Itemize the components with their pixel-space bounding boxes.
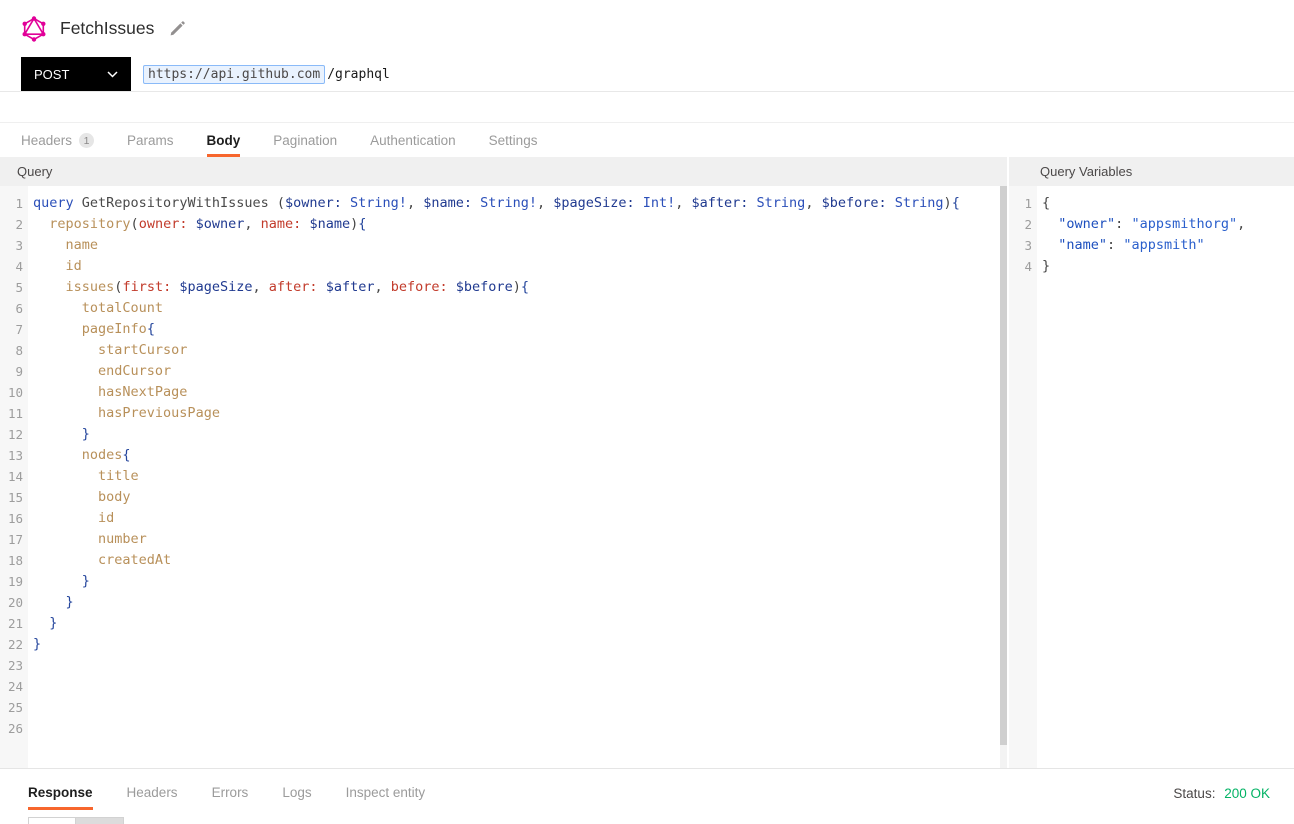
code-line: 15 body <box>0 487 1007 508</box>
code-line: 21 } <box>0 613 1007 634</box>
code-line: 2 repository(owner: $owner, name: $name)… <box>0 214 1007 235</box>
code-line: 14 title <box>0 466 1007 487</box>
code-line: 1query GetRepositoryWithIssues ($owner: … <box>0 193 1007 214</box>
api-name[interactable]: FetchIssues <box>60 18 154 39</box>
headers-count-badge: 1 <box>79 133 94 148</box>
code-line: 20 } <box>0 592 1007 613</box>
code-line: 19 } <box>0 571 1007 592</box>
code-line: 7 pageInfo{ <box>0 319 1007 340</box>
pencil-icon[interactable] <box>169 20 186 37</box>
code-line: 4} <box>1009 256 1294 277</box>
code-line: 4 id <box>0 256 1007 277</box>
code-line: 22} <box>0 634 1007 655</box>
variables-editor[interactable]: 1{2 "owner": "appsmithorg",3 "name": "ap… <box>1009 186 1294 768</box>
tab-pagination[interactable]: Pagination <box>273 133 337 157</box>
tab-response-headers[interactable]: Headers <box>127 785 178 810</box>
body-editors: Query 1query GetRepositoryWithIssues ($o… <box>0 157 1294 768</box>
status-label: Status: <box>1173 786 1215 801</box>
scrollbar-thumb[interactable] <box>1000 186 1007 745</box>
url-evaluated-value: https://api.github.com <box>143 65 325 84</box>
tab-params[interactable]: Params <box>127 133 174 157</box>
tab-body[interactable]: Body <box>207 133 241 157</box>
code-line: 13 nodes{ <box>0 445 1007 466</box>
code-line: 3 "name": "appsmith" <box>1009 235 1294 256</box>
title-bar: FetchIssues <box>0 0 1294 57</box>
url-input[interactable]: https://api.github.com/graphql <box>131 57 1294 91</box>
url-suffix: /graphql <box>327 67 390 82</box>
format-toggle-option[interactable] <box>76 817 124 824</box>
variables-panel-title: Query Variables <box>1009 157 1294 186</box>
status-value: 200 OK <box>1224 786 1270 801</box>
tab-inspect-entity[interactable]: Inspect entity <box>346 785 426 810</box>
query-panel-title: Query <box>0 157 1007 186</box>
tab-headers[interactable]: Headers 1 <box>21 133 94 157</box>
code-line: 1{ <box>1009 193 1294 214</box>
code-line: 12 } <box>0 424 1007 445</box>
spacer <box>0 92 1294 122</box>
code-line: 16 id <box>0 508 1007 529</box>
tab-authentication[interactable]: Authentication <box>370 133 456 157</box>
code-line: 25 <box>0 697 1007 718</box>
api-editor: FetchIssues POST https://api.github.com/… <box>0 0 1294 824</box>
chevron-down-icon <box>107 71 118 78</box>
request-tabs: Headers 1 Params Body Pagination Authent… <box>0 122 1294 157</box>
response-tabs: Response Headers Errors Logs Inspect ent… <box>0 769 1294 810</box>
code-line: 11 hasPreviousPage <box>0 403 1007 424</box>
tab-errors[interactable]: Errors <box>212 785 249 810</box>
tab-settings[interactable]: Settings <box>489 133 538 157</box>
code-line: 9 endCursor <box>0 361 1007 382</box>
code-line: 18 createdAt <box>0 550 1007 571</box>
request-url-row: POST https://api.github.com/graphql <box>0 57 1294 92</box>
format-toggle-option[interactable] <box>28 817 76 824</box>
code-line: 17 number <box>0 529 1007 550</box>
code-line: 26 <box>0 718 1007 739</box>
code-line: 3 name <box>0 235 1007 256</box>
method-dropdown[interactable]: POST <box>21 57 131 91</box>
code-line: 23 <box>0 655 1007 676</box>
response-section: Response Headers Errors Logs Inspect ent… <box>0 768 1294 823</box>
code-line: 6 totalCount <box>0 298 1007 319</box>
method-label: POST <box>34 67 69 82</box>
tab-headers-label: Headers <box>21 133 72 148</box>
response-format-toggle <box>28 817 124 824</box>
code-line: 24 <box>0 676 1007 697</box>
graphql-logo-icon <box>21 16 47 42</box>
tab-logs[interactable]: Logs <box>282 785 311 810</box>
query-editor-scrollbar[interactable] <box>1000 186 1007 768</box>
code-line: 8 startCursor <box>0 340 1007 361</box>
code-line: 2 "owner": "appsmithorg", <box>1009 214 1294 235</box>
response-status: Status: 200 OK <box>1173 786 1270 810</box>
tab-response[interactable]: Response <box>28 785 93 810</box>
code-line: 5 issues(first: $pageSize, after: $after… <box>0 277 1007 298</box>
code-line: 10 hasNextPage <box>0 382 1007 403</box>
query-editor[interactable]: 1query GetRepositoryWithIssues ($owner: … <box>0 186 1007 768</box>
